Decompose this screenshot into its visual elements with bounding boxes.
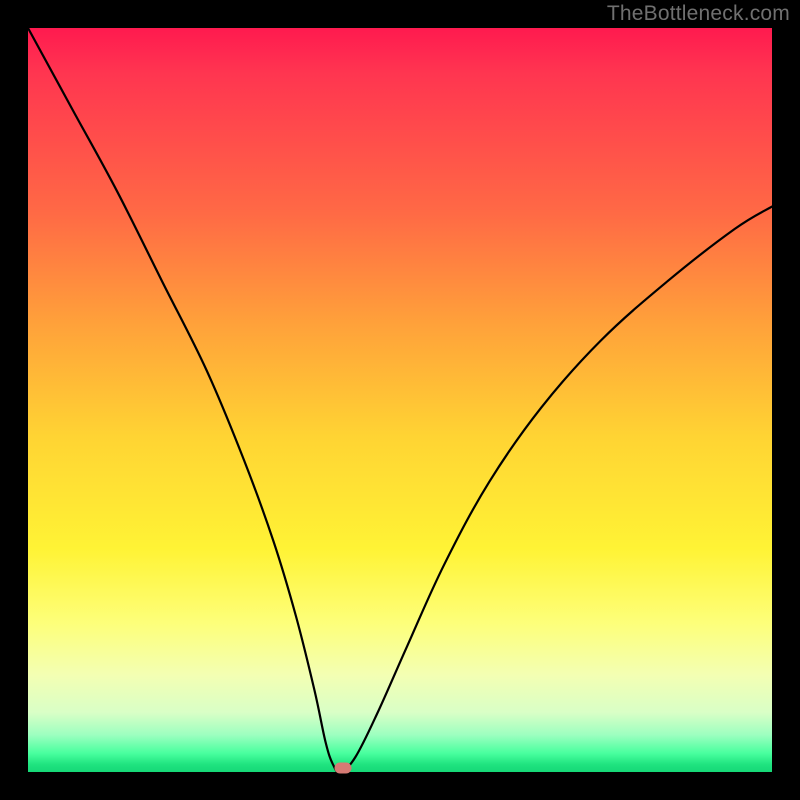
watermark-text: TheBottleneck.com xyxy=(607,2,790,26)
optimum-marker xyxy=(334,762,351,773)
bottleneck-curve-path xyxy=(28,28,772,772)
curve-svg xyxy=(28,28,772,772)
plot-area xyxy=(28,28,772,772)
chart-frame: TheBottleneck.com xyxy=(0,0,800,800)
